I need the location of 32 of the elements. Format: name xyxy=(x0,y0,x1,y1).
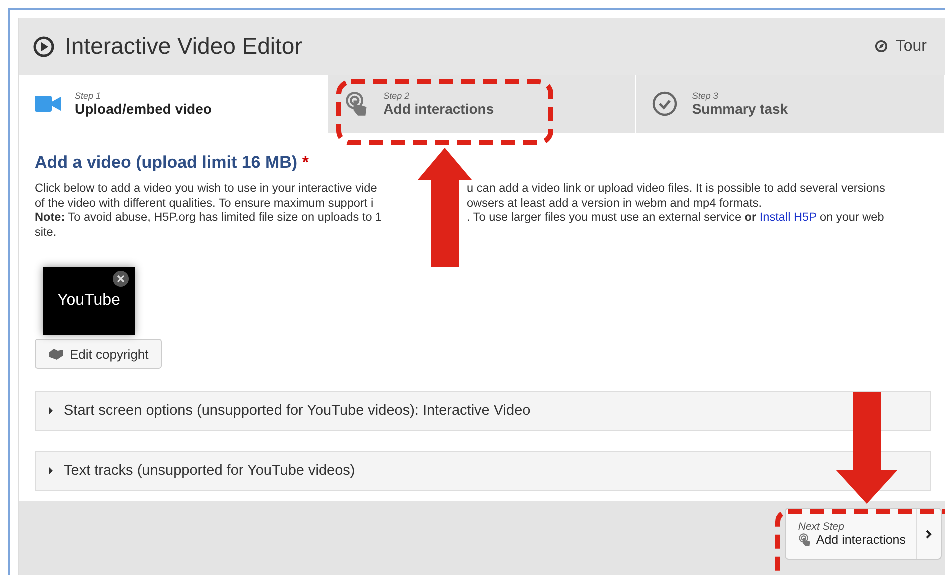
description-text: of the video with different qualities. To ensure maximum support i xyxy=(35,196,375,210)
tour-link[interactable]: Tour xyxy=(896,38,927,56)
collapsible-header[interactable]: Start screen options (unsupported for YouTube videos): Interactive Video xyxy=(35,391,931,431)
step-label: Add interactions xyxy=(384,101,494,117)
description-text: Click below to add a video you wish to use in your interactive vide xyxy=(35,181,378,196)
section-title: Add a video (upload limit 16 MB) * xyxy=(35,153,310,173)
description-text: owsers at least add a version in webm and mp4 formats. xyxy=(467,196,764,210)
install-link[interactable]: Install H5P xyxy=(760,210,817,224)
note-text: site. xyxy=(35,224,58,239)
compass-icon[interactable] xyxy=(874,40,888,53)
note-text: Note: To avoid abuse, H5P.org has limited file size on uploads to 1 xyxy=(35,210,384,224)
play-circle-icon xyxy=(33,36,55,58)
step-number: Step 3 xyxy=(692,91,720,101)
step-label: Upload/embed video xyxy=(75,101,212,117)
video-camera-icon xyxy=(35,95,61,113)
collapsible-header[interactable]: Text tracks (unsupported for YouTube videos) xyxy=(35,451,931,491)
step-number: Step 1 xyxy=(75,91,102,101)
close-icon[interactable] xyxy=(113,271,129,287)
touch-icon xyxy=(798,533,812,547)
next-step-button[interactable]: Next Step Add interactions xyxy=(785,508,942,560)
check-circle-icon xyxy=(652,91,678,117)
note-text: . To use larger files you must use an external service or xyxy=(467,210,757,224)
chevron-right-icon xyxy=(926,530,932,538)
description-text: u can add a video link or upload video files. It is possible to add several versions xyxy=(467,181,886,196)
step-tab[interactable]: Step 2 Add interactions xyxy=(328,75,636,133)
note-text: on your web xyxy=(820,210,884,224)
editor-title: Interactive Video Editor xyxy=(65,33,304,60)
step-number: Step 2 xyxy=(384,91,411,101)
video-thumbnail: YouTube xyxy=(43,267,135,335)
step-tab[interactable]: Step 3 Summary task xyxy=(636,75,945,133)
edit-copyright-button[interactable]: Edit copyright xyxy=(35,339,162,369)
step-label: Summary task xyxy=(692,101,788,117)
